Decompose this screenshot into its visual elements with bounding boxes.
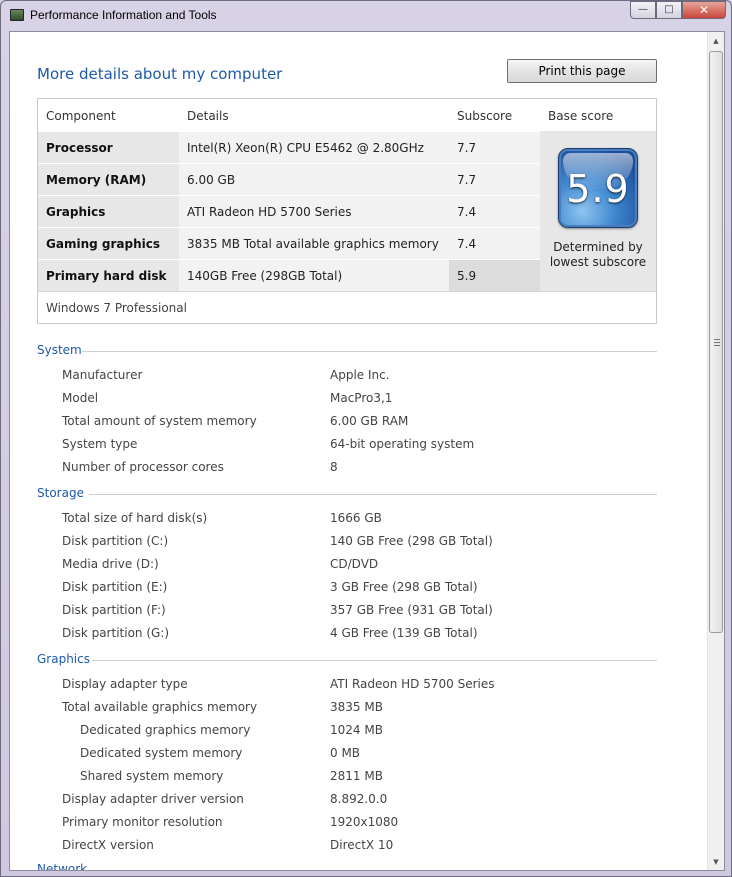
info-value: ATI Radeon HD 5700 Series [330, 677, 495, 691]
component-details: 3835 MB Total available graphics memory [179, 228, 449, 259]
info-label: Disk partition (F:) [62, 603, 166, 617]
info-value: 8.892.0.0 [330, 792, 388, 806]
info-value: MacPro3,1 [330, 391, 393, 405]
info-value: 140 GB Free (298 GB Total) [330, 534, 493, 548]
info-value: 1666 GB [330, 511, 382, 525]
header-details: Details [187, 109, 229, 123]
info-value: 1920x1080 [330, 815, 399, 829]
grip-icon [714, 339, 720, 346]
window-controls: — □ ✕ [630, 1, 726, 20]
section-title-storage: Storage [37, 486, 84, 500]
score-row-processor: Processor Intel(R) Xeon(R) CPU E5462 @ 2… [38, 131, 540, 163]
info-value: CD/DVD [330, 557, 379, 571]
section-divider [89, 494, 657, 495]
info-label: Disk partition (C:) [62, 534, 169, 548]
component-subscore: 7.7 [449, 164, 540, 195]
section-title-network-clipped: Network [37, 862, 88, 871]
component-name: Gaming graphics [38, 228, 179, 259]
info-value: DirectX 10 [330, 838, 394, 852]
info-value: 3 GB Free (298 GB Total) [330, 580, 478, 594]
info-label: Number of processor cores [62, 460, 224, 474]
info-label: System type [62, 437, 138, 451]
info-label: Manufacturer [62, 368, 143, 382]
performance-app-icon [10, 9, 24, 21]
base-caption-line-1: Determined by [553, 240, 643, 254]
info-label: Model [62, 391, 99, 405]
section-divider [82, 351, 657, 352]
score-table: Component Details Subscore Base score Pr… [37, 98, 657, 324]
window-title: Performance Information and Tools [30, 8, 217, 22]
component-details: ATI Radeon HD 5700 Series [179, 196, 449, 227]
base-caption-line-2: lowest subscore [549, 255, 647, 269]
component-details: 6.00 GB [179, 164, 449, 195]
info-label: Disk partition (G:) [62, 626, 170, 640]
component-name: Processor [38, 132, 179, 163]
info-label: Display adapter driver version [62, 792, 244, 806]
page-title: More details about my computer [37, 65, 283, 83]
minimize-button[interactable]: — [630, 1, 656, 19]
print-page-button[interactable]: Print this page [507, 59, 657, 83]
section-divider [92, 660, 657, 661]
info-label: Display adapter type [62, 677, 188, 691]
maximize-button[interactable]: □ [656, 1, 682, 19]
scroll-up-arrow-icon[interactable]: ▲ [708, 32, 724, 49]
info-label: Total size of hard disk(s) [62, 511, 208, 525]
info-label: Primary monitor resolution [62, 815, 223, 829]
score-row-memory: Memory (RAM) 6.00 GB 7.7 [38, 163, 540, 195]
base-score-value: 5.9 [566, 167, 630, 211]
score-row-graphics: Graphics ATI Radeon HD 5700 Series 7.4 [38, 195, 540, 227]
score-row-gaming-graphics: Gaming graphics 3835 MB Total available … [38, 227, 540, 259]
info-label: Dedicated system memory [80, 746, 243, 760]
content-area: More details about my computer Print thi… [9, 31, 725, 871]
score-table-header: Component Details Subscore Base score [38, 99, 656, 131]
info-value: 2811 MB [330, 769, 383, 783]
scroll-down-arrow-icon[interactable]: ▼ [708, 853, 724, 870]
info-value: 64-bit operating system [330, 437, 475, 451]
component-subscore: 7.4 [449, 196, 540, 227]
info-value: 0 MB [330, 746, 361, 760]
section-title-system: System [37, 343, 82, 357]
info-label: Dedicated graphics memory [80, 723, 251, 737]
header-component: Component [46, 109, 116, 123]
info-label: Disk partition (E:) [62, 580, 168, 594]
component-subscore: 7.4 [449, 228, 540, 259]
info-value: 4 GB Free (139 GB Total) [330, 626, 478, 640]
info-label: Total available graphics memory [62, 700, 258, 714]
os-edition: Windows 7 Professional [38, 291, 656, 323]
component-name: Primary hard disk [38, 260, 179, 291]
info-label: Media drive (D:) [62, 557, 159, 571]
info-value: 1024 MB [330, 723, 383, 737]
component-subscore: 7.7 [449, 132, 540, 163]
section-title-graphics: Graphics [37, 652, 90, 666]
component-details: 140GB Free (298GB Total) [179, 260, 449, 291]
component-details: Intel(R) Xeon(R) CPU E5462 @ 2.80GHz [179, 132, 449, 163]
vertical-scrollbar[interactable]: ▲ ▼ [707, 32, 724, 870]
performance-window: Performance Information and Tools — □ ✕ … [0, 0, 732, 877]
info-label: Shared system memory [80, 769, 224, 783]
base-score-cell: 5.9 Determined by lowest subscore [540, 131, 656, 291]
info-label: DirectX version [62, 838, 154, 852]
component-name: Graphics [38, 196, 179, 227]
component-name: Memory (RAM) [38, 164, 179, 195]
info-value: 3835 MB [330, 700, 383, 714]
info-label: Total amount of system memory [62, 414, 257, 428]
close-button[interactable]: ✕ [682, 1, 726, 19]
score-row-hard-disk: Primary hard disk 140GB Free (298GB Tota… [38, 259, 540, 291]
base-score-badge-icon: 5.9 [558, 148, 638, 228]
header-base-score: Base score [548, 109, 614, 123]
info-value: Apple Inc. [330, 368, 390, 382]
base-score-caption: Determined by lowest subscore [540, 240, 656, 270]
title-bar[interactable]: Performance Information and Tools — □ ✕ [1, 1, 731, 29]
info-value: 6.00 GB RAM [330, 414, 409, 428]
header-subscore: Subscore [457, 109, 513, 123]
info-value: 8 [330, 460, 338, 474]
scrollbar-thumb[interactable] [709, 51, 723, 633]
component-subscore-lowest: 5.9 [449, 260, 540, 291]
info-value: 357 GB Free (931 GB Total) [330, 603, 493, 617]
